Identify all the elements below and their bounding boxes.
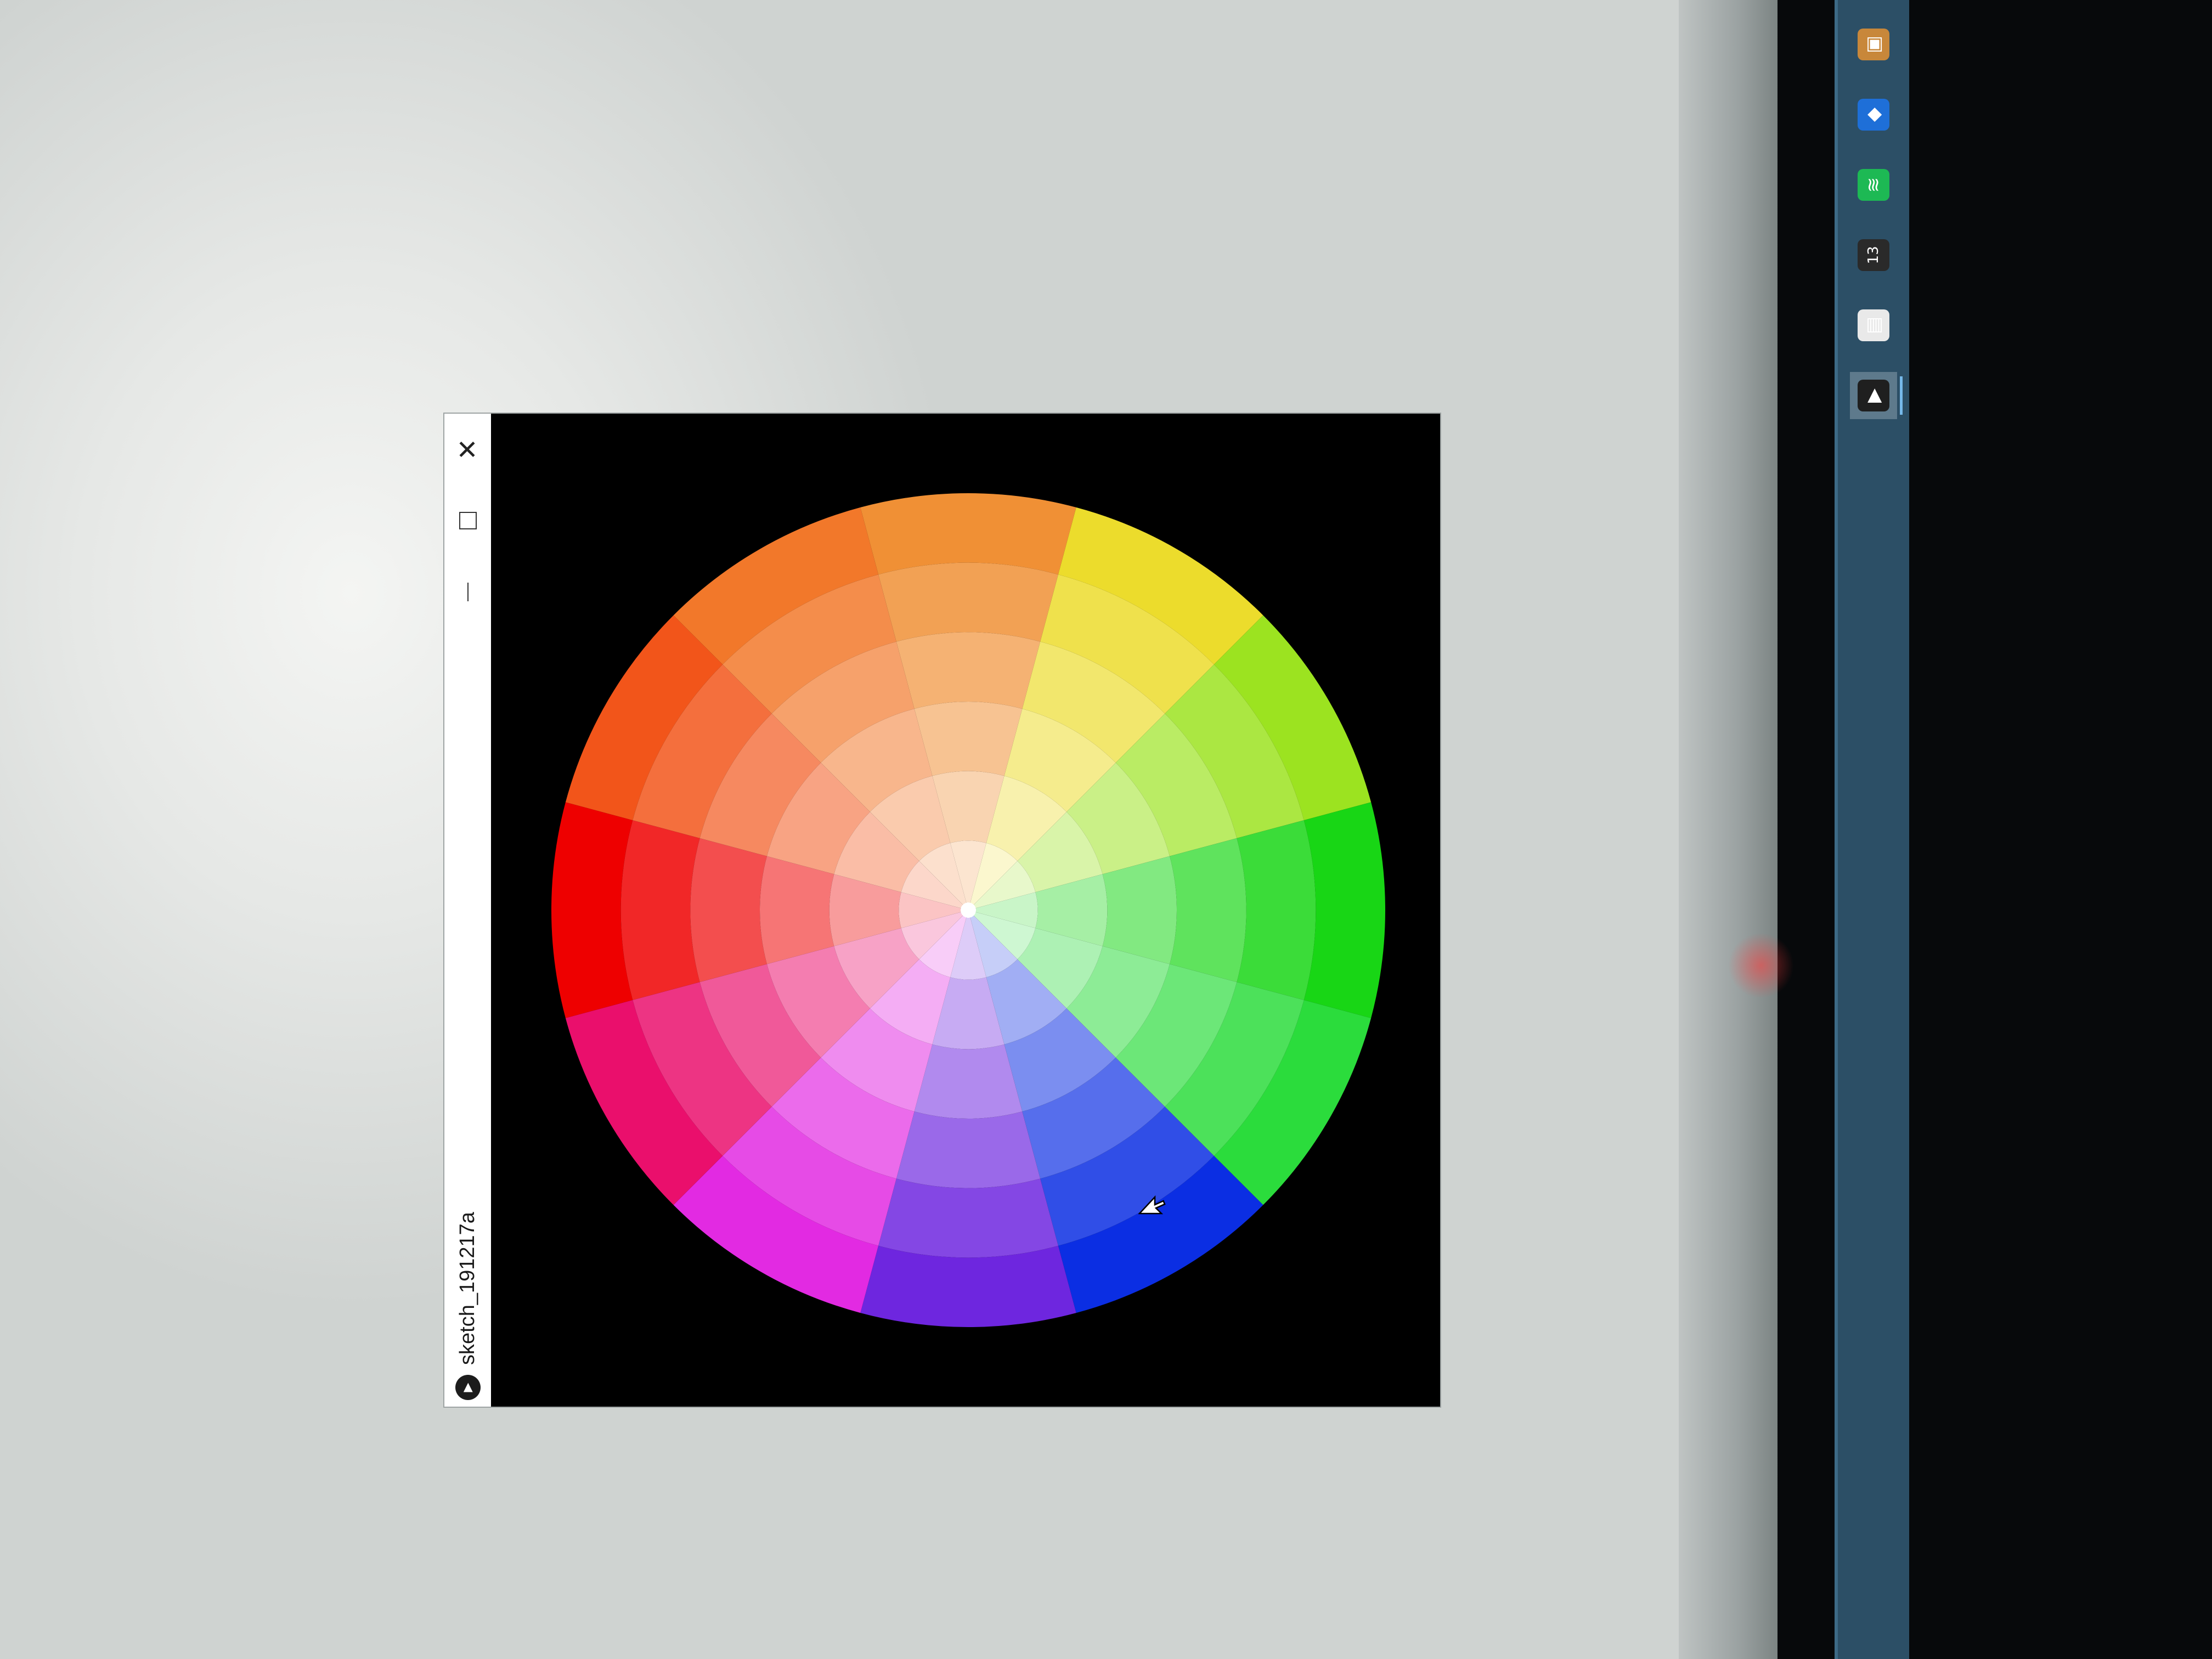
wheel-segment-green-ring-3 — [1102, 856, 1177, 964]
processing-play-icon: ▶ — [455, 1375, 481, 1400]
wheel-segment-green-ring-6 — [1304, 802, 1385, 1018]
wheel-center — [961, 902, 976, 918]
wheel-segment-red-ring-3 — [760, 856, 834, 964]
maximize-button[interactable] — [444, 485, 491, 556]
maximize-icon — [459, 512, 477, 529]
app-13-taskbar-button[interactable]: 13 — [1850, 232, 1897, 279]
window-controls: ✕ — [444, 414, 491, 628]
spotify-taskbar-icon: ≋ — [1858, 169, 1889, 201]
processing-taskbar-button[interactable]: ▶ — [1850, 372, 1897, 419]
app-13-taskbar-icon: 13 — [1858, 239, 1889, 271]
screen-area: ▶ sketch_191217a ✕ ▶▤13≋◆▣◎▦W❖ — [0, 0, 2212, 1659]
wheel-segment-green-ring-4 — [1170, 838, 1246, 983]
blue-app-taskbar-icon: ◆ — [1858, 99, 1889, 131]
minimize-button[interactable] — [444, 556, 491, 628]
files-taskbar-button[interactable]: ▤ — [1850, 302, 1897, 349]
wheel-segment-yellow-orange-ring-3 — [914, 702, 1023, 776]
wheel-segment-violet-ring-5 — [878, 1178, 1058, 1258]
spotify-taskbar-button[interactable]: ≋ — [1850, 161, 1897, 208]
close-button[interactable]: ✕ — [444, 414, 491, 485]
wheel-segment-red-ring-5 — [620, 820, 700, 1000]
processing-taskbar-icon: ▶ — [1858, 380, 1889, 411]
wheel-segment-yellow-orange-ring-5 — [878, 562, 1058, 642]
app-icon-glyph: ▶ — [460, 1383, 475, 1392]
files-taskbar-icon: ▤ — [1858, 309, 1889, 341]
title-bar[interactable]: ▶ sketch_191217a ✕ — [444, 414, 491, 1407]
blue-app-taskbar-button[interactable]: ◆ — [1850, 91, 1897, 138]
wheel-segment-violet-ring-4 — [896, 1111, 1041, 1188]
window-title: sketch_191217a — [456, 1212, 479, 1365]
wheel-segment-green-ring-5 — [1237, 820, 1316, 1000]
minimize-icon — [467, 583, 469, 601]
color-wheel — [551, 493, 1385, 1327]
wheel-segment-yellow-orange-ring-6 — [860, 493, 1076, 575]
wheel-segment-red-ring-4 — [690, 838, 767, 983]
wheel-segment-yellow-orange-ring-4 — [896, 632, 1041, 709]
chest-app-taskbar-icon: ▣ — [1858, 29, 1889, 60]
wheel-segment-violet-ring-6 — [860, 1245, 1076, 1327]
chest-app-taskbar-button[interactable]: ▣ — [1850, 21, 1897, 68]
wheel-segment-red-ring-6 — [551, 802, 633, 1018]
mouse-pointer-icon — [1138, 1195, 1166, 1215]
close-icon: ✕ — [452, 438, 483, 461]
taskbar: ▶▤13≋◆▣◎▦W❖ — [1838, 0, 1909, 1659]
wheel-segment-violet-ring-3 — [914, 1044, 1023, 1119]
sketch-canvas[interactable] — [491, 414, 1440, 1407]
sketch-window: ▶ sketch_191217a ✕ — [444, 414, 1440, 1407]
